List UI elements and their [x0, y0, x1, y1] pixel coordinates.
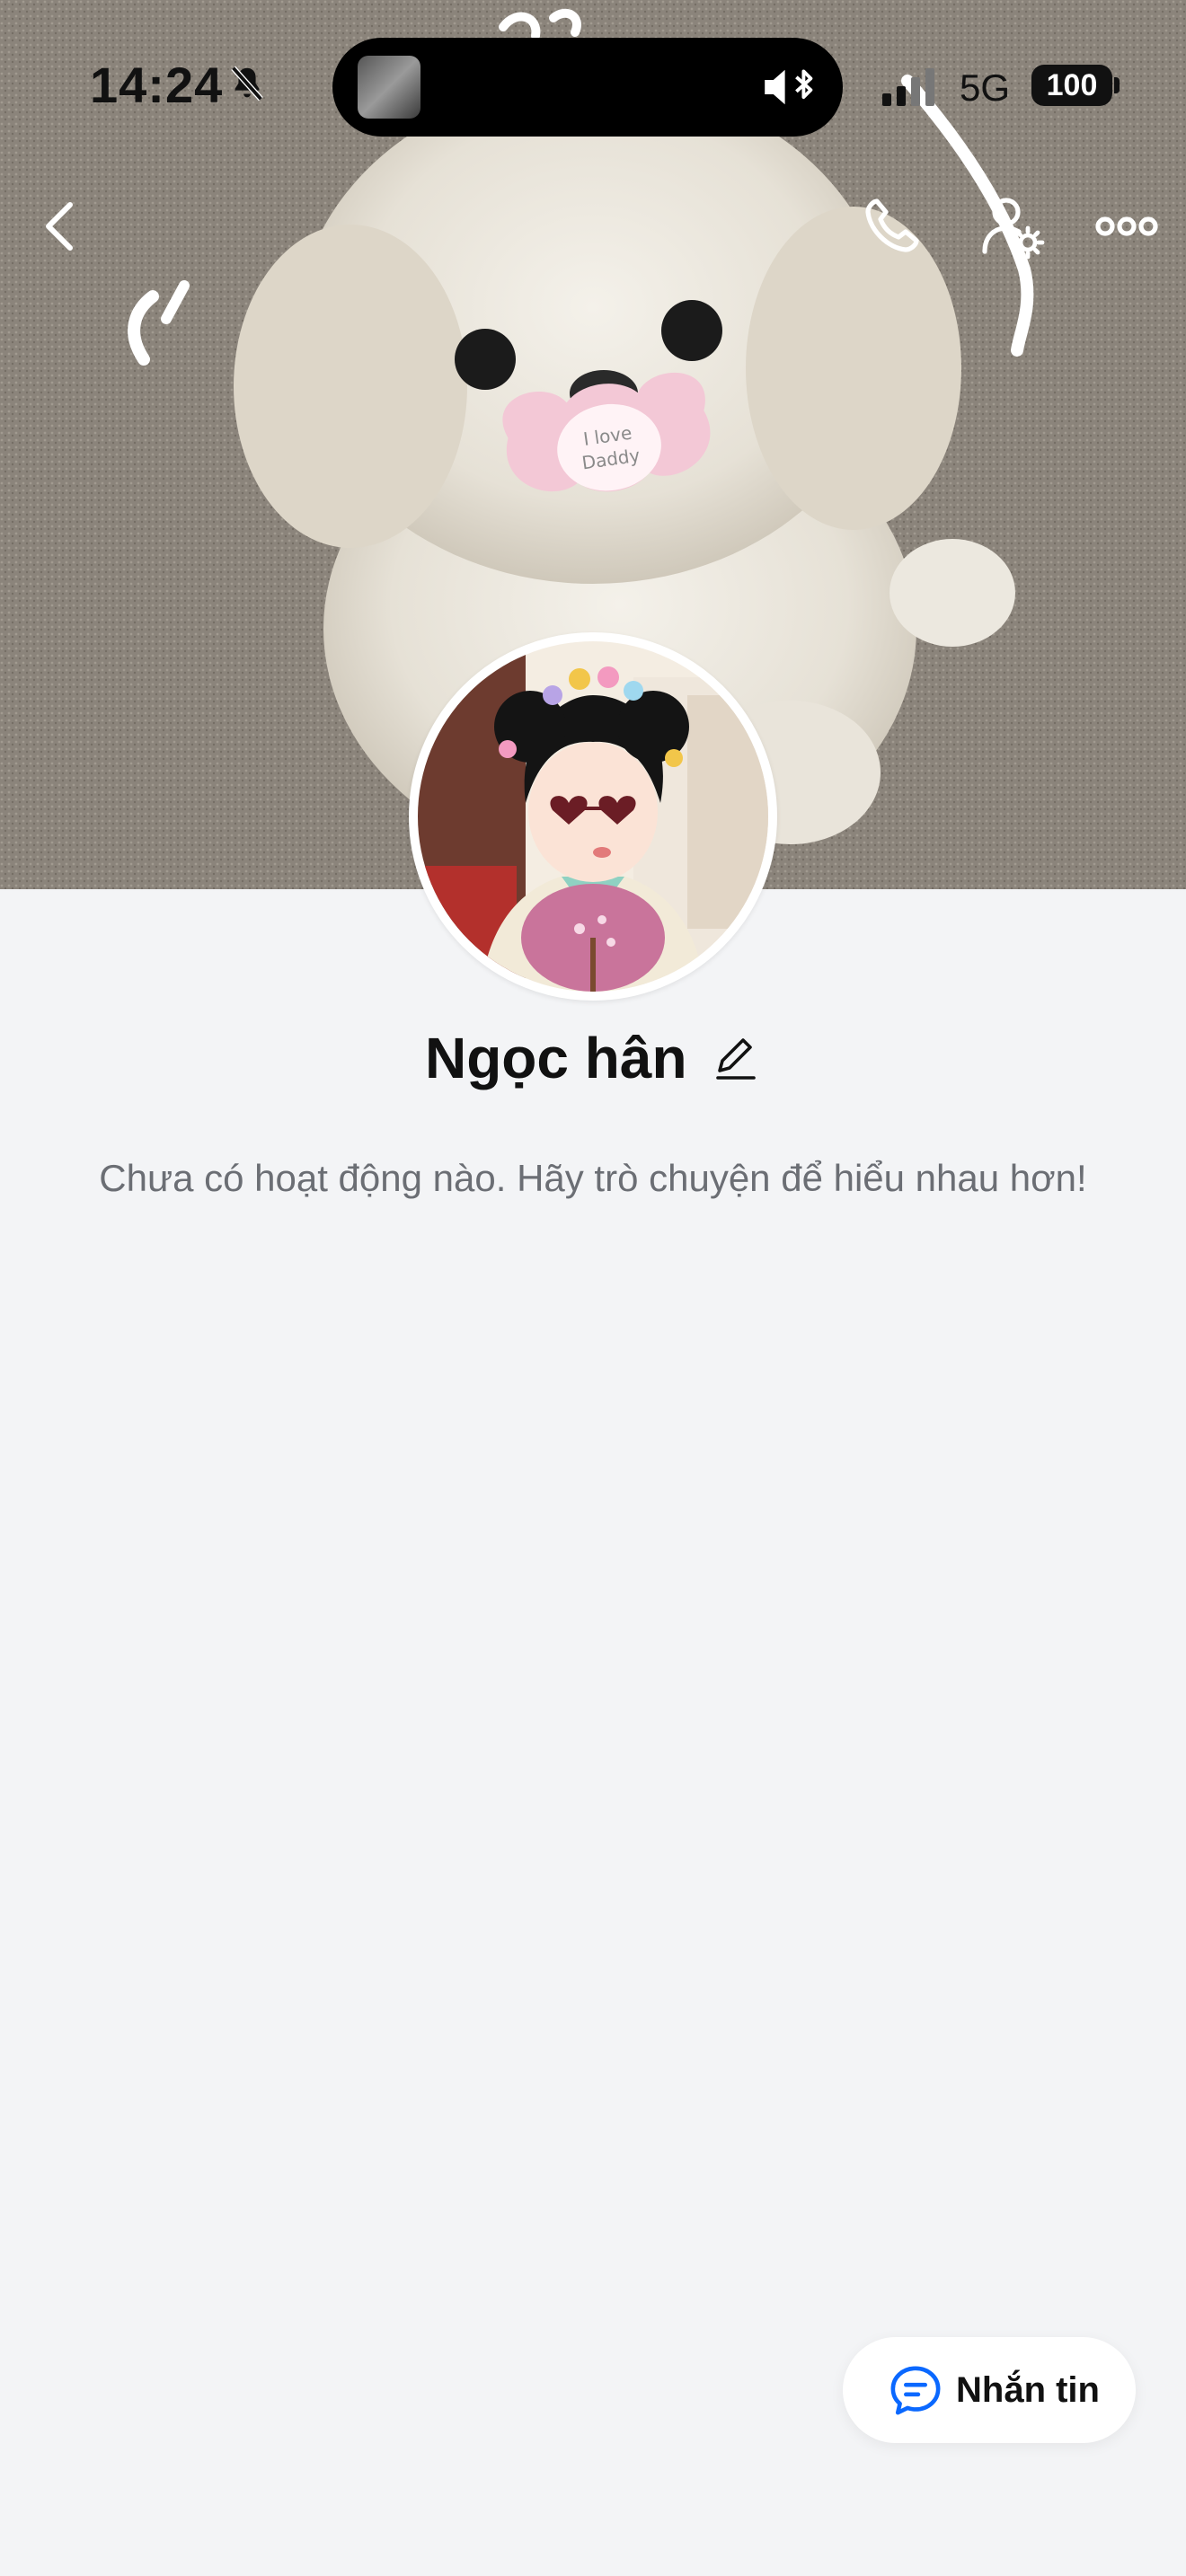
- bell-slash-icon: [231, 66, 263, 101]
- phone-icon[interactable]: [855, 190, 927, 262]
- user-gear-icon[interactable]: [976, 190, 1048, 262]
- empty-activity-message: Chưa có hoạt động nào. Hãy trò chuyện để…: [99, 1157, 1087, 1199]
- profile-name-row: Ngọc hân: [0, 1022, 1186, 1094]
- cellular-signal-icon: [882, 68, 934, 106]
- speaker-bluetooth-icon: [765, 69, 813, 105]
- avatar[interactable]: [409, 632, 777, 1001]
- battery-tip: [1114, 77, 1120, 93]
- chat-bubble-icon: [890, 2366, 941, 2415]
- status-time: 14:24: [90, 57, 224, 113]
- more-dots-icon[interactable]: [1091, 190, 1163, 262]
- now-playing-artwork: [358, 56, 420, 119]
- status-bar: 14:24 5G 100: [0, 0, 1186, 171]
- network-type: 5G: [960, 66, 1011, 109]
- profile-name: Ngọc hân: [424, 1026, 687, 1090]
- profile-page: I love Daddy 14:24 5G 100 Ngọc hân Chưa …: [0, 0, 1186, 2576]
- back-chevron-icon[interactable]: [27, 190, 99, 262]
- message-button[interactable]: Nhắn tin: [843, 2337, 1136, 2443]
- message-button-label: Nhắn tin: [956, 2370, 1100, 2410]
- pencil-icon[interactable]: [711, 1033, 761, 1083]
- battery-level: 100: [1031, 65, 1112, 106]
- dynamic-island[interactable]: [332, 38, 843, 137]
